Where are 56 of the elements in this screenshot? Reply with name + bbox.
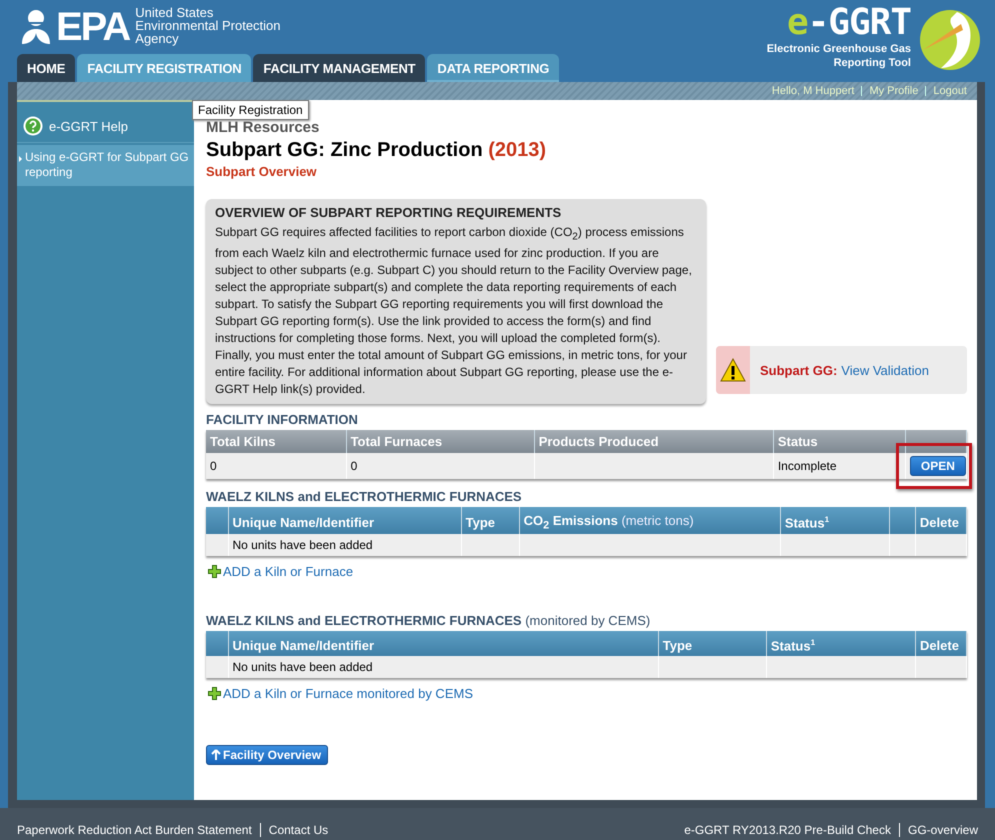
add-link[interactable]: ADD a Kiln or Furnace monitored by CEMS [223, 686, 473, 701]
column-header: Total Kilns [206, 430, 346, 454]
user-link[interactable]: My Profile [869, 85, 918, 97]
table-title: FACILITY INFORMATION [206, 412, 359, 428]
column-header: Total Furnaces [346, 430, 534, 454]
table-title: WAELZ KILNS and ELECTROTHERMIC FURNACES [206, 489, 523, 504]
nav-tab[interactable]: HOME [17, 54, 76, 82]
table-title: WAELZ KILNS and ELECTROTHERMIC FURNACES (monitored by CEMS) [206, 612, 652, 628]
table-cell: No units have been added [228, 656, 658, 678]
plus-icon [208, 564, 221, 578]
nav-tab[interactable]: FACILITY REGISTRATION [77, 54, 252, 82]
sidebar-item[interactable]: Using e-GGRT for Subpart GG reporting [17, 145, 194, 186]
column-header: Type [461, 507, 520, 534]
column-header: CO$_{2}$ Emissions (metric tons) [519, 507, 780, 534]
agency-name-line: Environmental Protection [135, 19, 281, 32]
epa-logo: EPA [56, 7, 130, 47]
column-header: Delete [915, 507, 966, 534]
column-header: Type [658, 630, 766, 656]
validation-label: Subpart GG: [760, 362, 838, 378]
facility-name: MLH Resources [206, 120, 320, 136]
nav-tab[interactable]: DATA REPORTING [427, 54, 560, 82]
facility-overview-button[interactable]: Facility Overview [206, 744, 328, 765]
plus-icon [208, 686, 221, 700]
agency-name-line: United States [135, 6, 214, 19]
table-cell: Incomplete [773, 453, 906, 480]
validation-link[interactable]: View Validation [841, 362, 929, 378]
overview-heading: OVERVIEW OF SUBPART REPORTING REQUIREMENTS [215, 205, 562, 220]
section-subtitle: Subpart Overview [206, 164, 318, 179]
table-cell: No units have been added [228, 534, 462, 556]
app-logo: e-GGRT [786, 4, 911, 42]
footer-link[interactable]: GG-overview [908, 823, 978, 837]
add-link[interactable]: ADD a Kiln or Furnace [223, 564, 354, 579]
tooltip: Facility Registration [192, 100, 309, 120]
page-title: Subpart GG: Zinc Production (2013) [206, 138, 548, 162]
column-header: Status [773, 430, 906, 454]
column-header: Unique Name/Identifier [228, 507, 462, 534]
column-header: Unique Name/Identifier [228, 630, 658, 656]
overview-text: Subpart GG requires affected facilities to report carbon dioxide (CO$_{2}$) process emissions from each Waelz kiln and electrothermic furnace used for zinc production. If you are subject to other subparts (e.g. Subpart C) you should return to the Facility Overview page, select the appropriate subpart(s) and complete the data reporting requirements of each subpart. To satisfy the Subpart GG reporting requirements you will first download the Subpart GG reporting form(s). Use the link provided to access the form(s) and find instructions for completing those forms. Next, you will upload the completed form(s). Finally, you must enter the total amount of Subpart GG emissions, in metric tons, for your entire facility. For additional information about Subpart GG reporting, please use the e-GGRT Help link(s) provided. [215, 224, 693, 398]
column-header: Delete [915, 630, 966, 656]
user-link[interactable]: Logout [933, 85, 967, 97]
greeting: Hello, M Huppert [772, 85, 854, 97]
column-header: Status$^{1}$ [766, 630, 916, 656]
up-arrow-icon [211, 749, 221, 760]
footer-link[interactable]: e-GGRT RY2013.R20 Pre-Build Check [684, 823, 891, 837]
column-header: Products Produced [534, 430, 774, 454]
column-header: Status$^{1}$ [780, 507, 890, 534]
table-cell: 0 [346, 453, 534, 480]
footer-link[interactable]: Contact Us [268, 823, 328, 837]
warning-icon [720, 358, 746, 382]
agency-name-line: Agency [135, 32, 180, 45]
help-icon [23, 116, 43, 136]
nav-tab[interactable]: FACILITY MANAGEMENT [253, 54, 426, 82]
footer-link[interactable]: Paperwork Reduction Act Burden Statement [17, 823, 252, 837]
app-tagline: Electronic Greenhouse Gas Reporting Tool [766, 42, 911, 70]
table-cell: 0 [206, 453, 346, 480]
open-button[interactable]: OPEN [910, 456, 966, 476]
